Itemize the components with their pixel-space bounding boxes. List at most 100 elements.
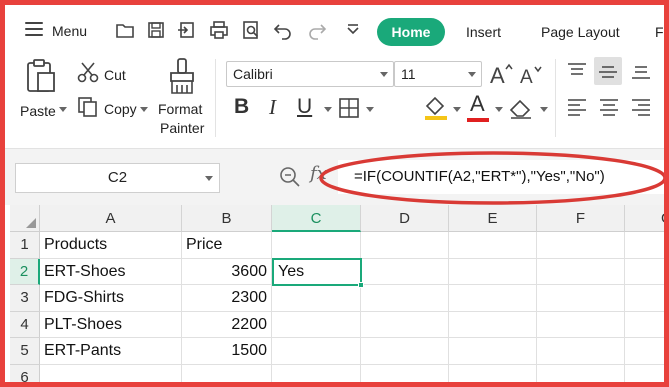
cell-b3[interactable]: 2300 bbox=[182, 285, 272, 312]
cell-d6[interactable] bbox=[361, 364, 449, 382]
cell-c3[interactable] bbox=[272, 285, 361, 312]
cell-f5[interactable] bbox=[537, 338, 625, 365]
scissors-icon[interactable] bbox=[77, 61, 99, 83]
cell-d4[interactable] bbox=[361, 311, 449, 338]
row-header-3[interactable]: 3 bbox=[10, 285, 40, 312]
select-all-corner[interactable] bbox=[10, 205, 40, 232]
cell-b1[interactable]: Price bbox=[182, 232, 272, 259]
increase-font-size-icon[interactable]: A bbox=[489, 61, 515, 87]
format-painter-icon[interactable] bbox=[167, 57, 197, 95]
cell-b5[interactable]: 1500 bbox=[182, 338, 272, 365]
hamburger-icon[interactable] bbox=[25, 22, 43, 36]
row-header-6[interactable]: 6 bbox=[10, 364, 40, 382]
cell-e5[interactable] bbox=[449, 338, 537, 365]
cell-d5[interactable] bbox=[361, 338, 449, 365]
cell-e4[interactable] bbox=[449, 311, 537, 338]
zoom-formula-icon[interactable] bbox=[279, 166, 301, 188]
tab-formulas[interactable]: Fo bbox=[655, 24, 664, 40]
cell-d1[interactable] bbox=[361, 232, 449, 259]
copy-icon[interactable] bbox=[77, 96, 99, 118]
tab-insert[interactable]: Insert bbox=[466, 24, 501, 40]
cell-b4[interactable]: 2200 bbox=[182, 311, 272, 338]
cell-e6[interactable] bbox=[449, 364, 537, 382]
cell-g2[interactable] bbox=[625, 259, 664, 285]
underline-dropdown-icon[interactable] bbox=[324, 107, 332, 112]
cell-e1[interactable] bbox=[449, 232, 537, 259]
cut-button[interactable]: Cut bbox=[104, 67, 126, 83]
align-left-icon[interactable] bbox=[566, 97, 588, 117]
column-header-c[interactable]: C bbox=[272, 205, 361, 232]
cell-d2[interactable] bbox=[361, 258, 449, 285]
format-painter-line1[interactable]: Format bbox=[158, 101, 202, 117]
cell-b6[interactable] bbox=[182, 364, 272, 382]
cell-f2[interactable] bbox=[537, 258, 625, 285]
bold-button[interactable]: B bbox=[234, 95, 249, 119]
column-header-e[interactable]: E bbox=[449, 205, 537, 232]
decrease-font-size-icon[interactable]: A bbox=[519, 63, 545, 87]
paste-dropdown-icon[interactable] bbox=[59, 107, 67, 112]
row-header-2[interactable]: 2 bbox=[10, 258, 40, 285]
customize-dropdown-icon[interactable] bbox=[343, 20, 363, 40]
cell-c4[interactable] bbox=[272, 311, 361, 338]
cell-g3[interactable] bbox=[625, 285, 664, 312]
align-top-icon[interactable] bbox=[566, 61, 588, 81]
align-bottom-icon[interactable] bbox=[630, 61, 652, 81]
cell-c5[interactable] bbox=[272, 338, 361, 365]
row-header-5[interactable]: 5 bbox=[10, 338, 40, 365]
cell-f4[interactable] bbox=[537, 311, 625, 338]
print-icon[interactable] bbox=[209, 20, 229, 40]
column-header-b[interactable]: B bbox=[182, 205, 272, 232]
cell-e3[interactable] bbox=[449, 285, 537, 312]
font-size-select[interactable]: 11 bbox=[394, 61, 482, 87]
cell-a6[interactable] bbox=[40, 364, 182, 382]
italic-button[interactable]: I bbox=[269, 95, 276, 120]
fill-color-icon[interactable] bbox=[423, 94, 449, 122]
copy-dropdown-icon[interactable] bbox=[140, 107, 148, 112]
borders-dropdown-icon[interactable] bbox=[366, 107, 374, 112]
cell-g5[interactable] bbox=[625, 338, 664, 365]
column-header-d[interactable]: D bbox=[361, 205, 449, 232]
cell-c6[interactable] bbox=[272, 364, 361, 382]
cell-b2[interactable]: 3600 bbox=[182, 258, 272, 285]
row-header-4[interactable]: 4 bbox=[10, 311, 40, 338]
cell-f6[interactable] bbox=[537, 364, 625, 382]
undo-icon[interactable] bbox=[273, 20, 293, 40]
cell-a2[interactable]: ERT-Shoes bbox=[40, 258, 182, 285]
cell-e2[interactable] bbox=[449, 258, 537, 285]
cell-a1[interactable]: Products bbox=[40, 232, 182, 259]
column-header-a[interactable]: A bbox=[40, 205, 182, 232]
paste-button[interactable]: Paste bbox=[20, 103, 56, 119]
cell-g6[interactable] bbox=[625, 365, 664, 383]
cell-f1[interactable] bbox=[537, 232, 625, 259]
print-preview-icon[interactable] bbox=[241, 20, 261, 40]
cell-g4[interactable] bbox=[625, 312, 664, 338]
clear-dropdown-icon[interactable] bbox=[540, 107, 548, 112]
align-right-icon[interactable] bbox=[630, 97, 652, 117]
cell-f3[interactable] bbox=[537, 285, 625, 312]
cell-a3[interactable]: FDG-Shirts bbox=[40, 285, 182, 312]
redo-icon[interactable] bbox=[307, 20, 327, 40]
export-icon[interactable] bbox=[177, 20, 197, 40]
cell-a4[interactable]: PLT-Shoes bbox=[40, 311, 182, 338]
menu-button[interactable]: Menu bbox=[52, 23, 87, 39]
borders-icon[interactable] bbox=[338, 97, 360, 119]
column-header-g[interactable]: G bbox=[625, 205, 664, 232]
cell-c2-selected[interactable]: Yes bbox=[272, 257, 362, 286]
format-painter-line2[interactable]: Painter bbox=[160, 120, 204, 136]
row-header-1[interactable]: 1 bbox=[10, 232, 40, 259]
column-header-f[interactable]: F bbox=[537, 205, 625, 232]
fill-handle[interactable] bbox=[358, 282, 364, 288]
font-color-dropdown-icon[interactable] bbox=[495, 107, 503, 112]
copy-button[interactable]: Copy bbox=[104, 101, 137, 117]
cell-d3[interactable] bbox=[361, 285, 449, 312]
font-color-button[interactable]: A bbox=[470, 91, 485, 117]
underline-button[interactable]: U bbox=[297, 95, 312, 119]
align-center-icon[interactable] bbox=[598, 97, 620, 117]
folder-icon[interactable] bbox=[115, 20, 135, 40]
paste-icon[interactable] bbox=[25, 59, 57, 93]
fill-color-dropdown-icon[interactable] bbox=[453, 107, 461, 112]
align-middle-button[interactable] bbox=[594, 57, 622, 85]
save-icon[interactable] bbox=[146, 20, 166, 40]
tab-page-layout[interactable]: Page Layout bbox=[541, 24, 620, 40]
tab-home[interactable]: Home bbox=[377, 18, 445, 46]
